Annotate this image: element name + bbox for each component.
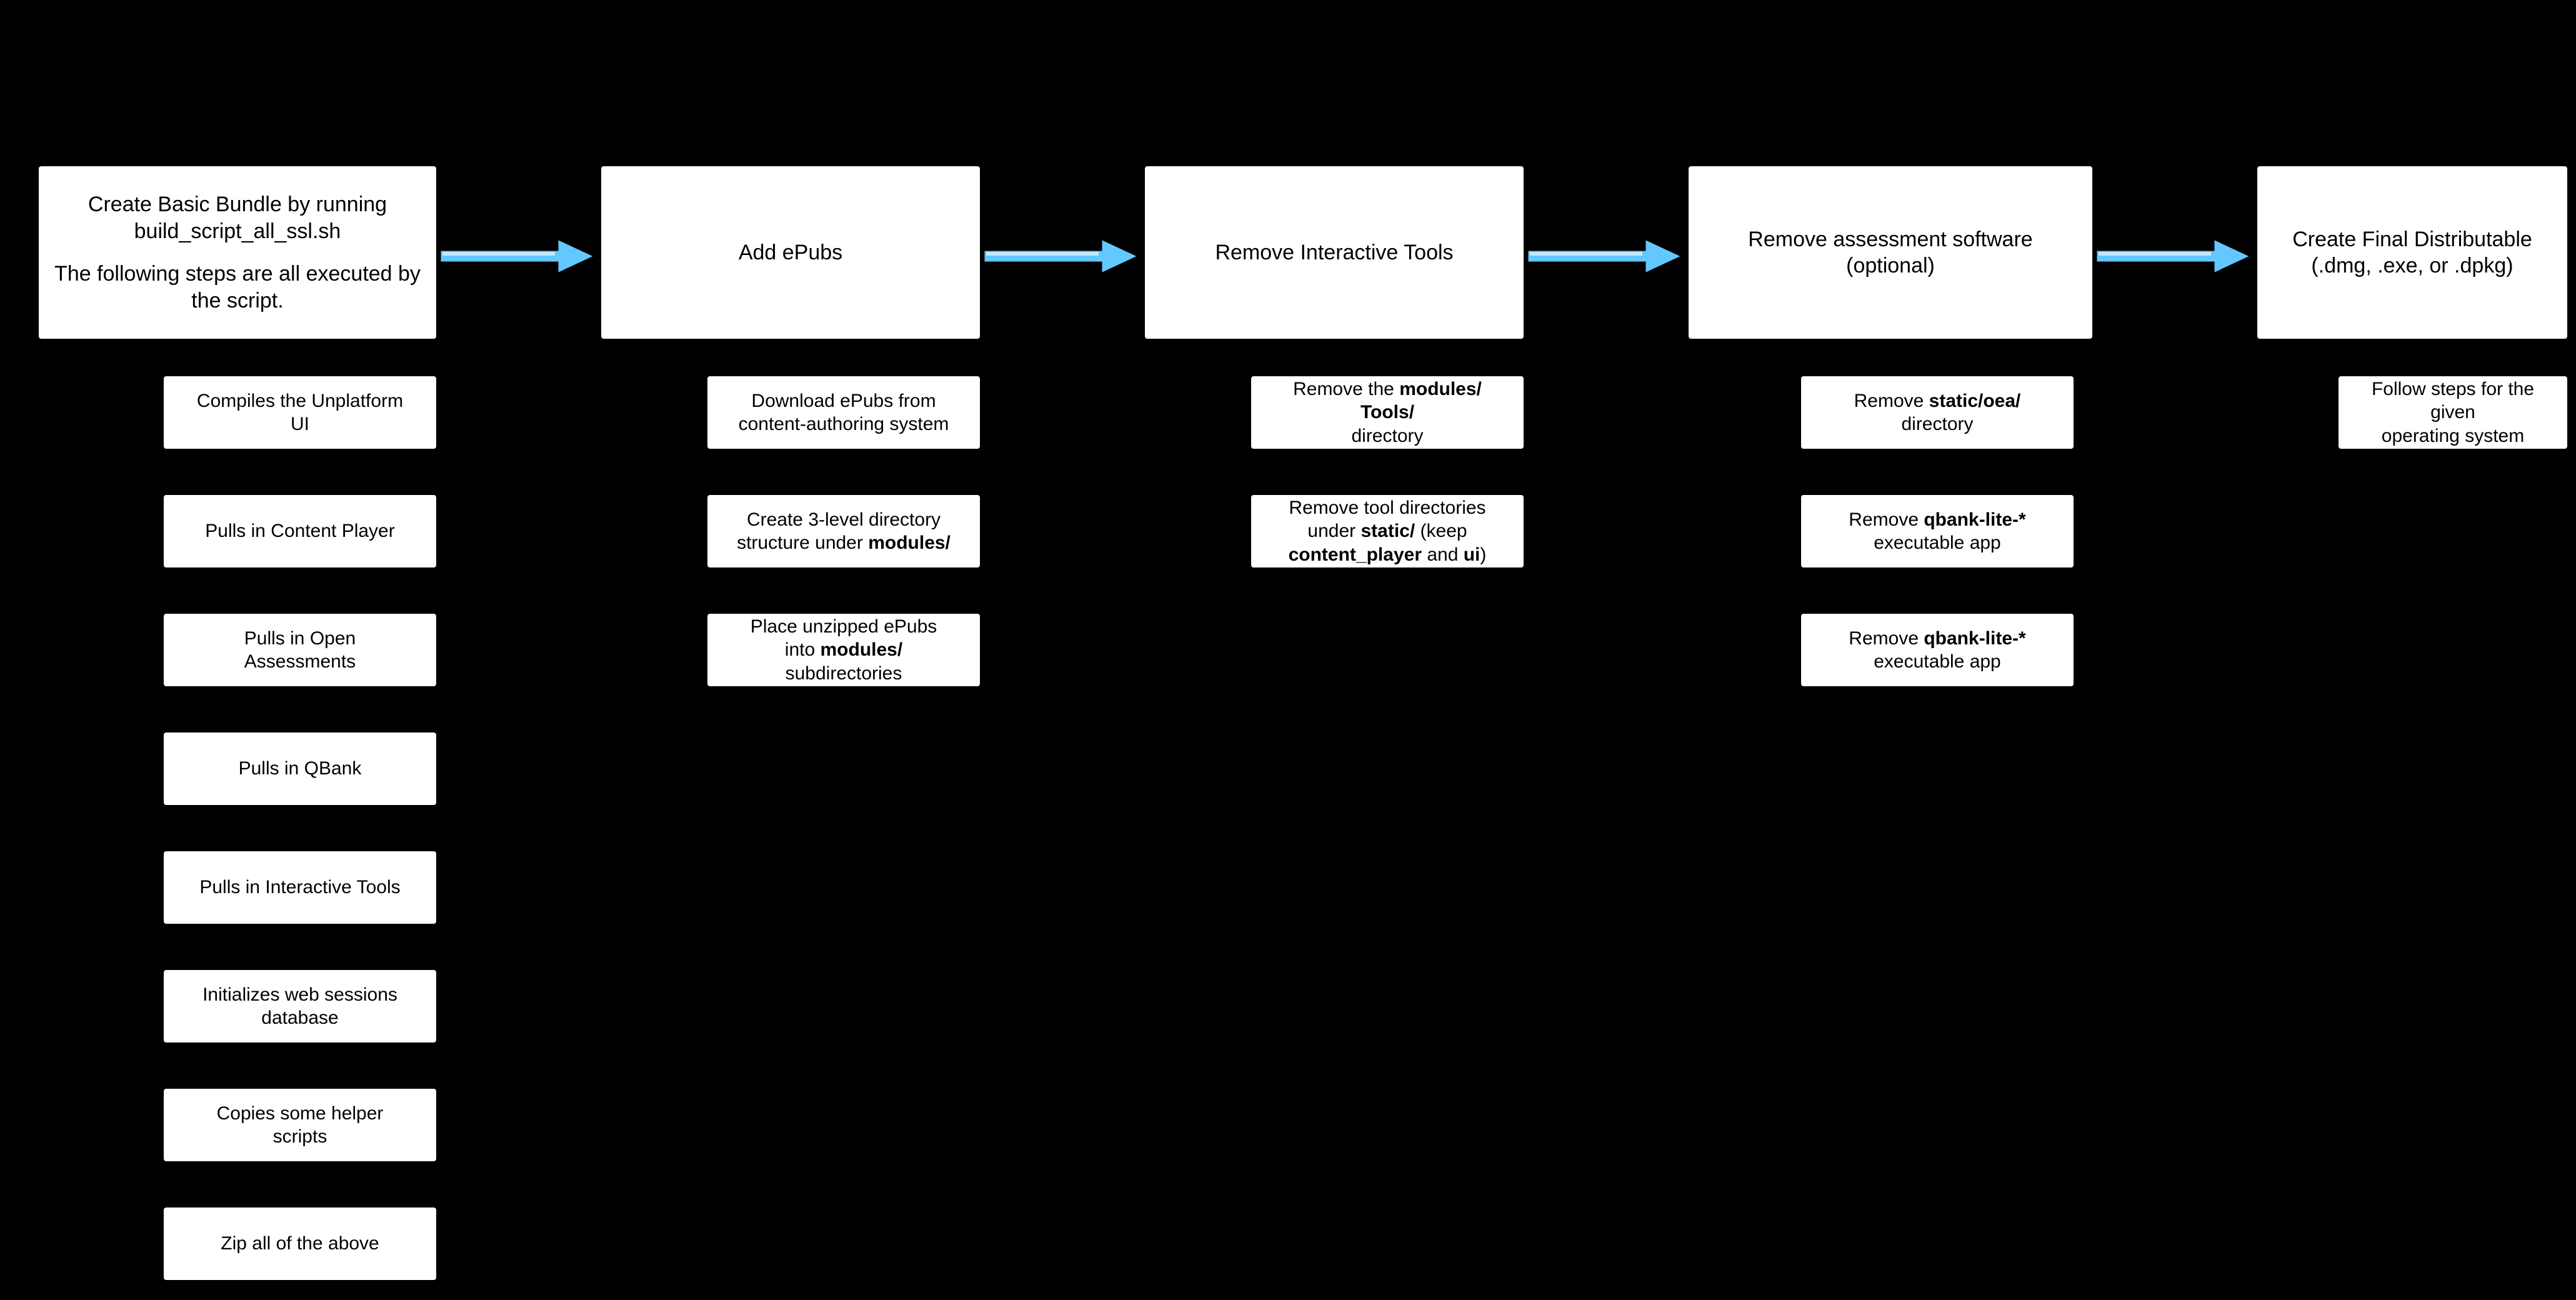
- flowchart-stage: Create Basic Bundle by runningbuild_scri…: [0, 0, 2576, 1300]
- substep-remove-qbank-lite-1: Remove qbank-lite-*executable app: [1800, 494, 2075, 569]
- substep-remove-static-oea: Remove static/oea/directory: [1800, 375, 2075, 450]
- step-remove-interactive-tools: Remove Interactive Tools: [1144, 165, 1525, 340]
- step-add-epubs: Add ePubs: [600, 165, 981, 340]
- substep-place-unzipped-epubs: Place unzipped ePubsinto modules/subdire…: [706, 612, 981, 688]
- arrow-create-basic-bundle-to-add-epubs: [440, 231, 595, 281]
- arrow-add-epubs-to-remove-interactive-tools: [984, 231, 1139, 281]
- substep-zip-all: Zip all of the above: [162, 1206, 437, 1281]
- substep-pulls-content-player: Pulls in Content Player: [162, 494, 437, 569]
- substep-copies-helper-scripts: Copies some helperscripts: [162, 1088, 437, 1162]
- substep-pulls-open-assessments: Pulls in OpenAssessments: [162, 612, 437, 688]
- step-remove-assessment-software: Remove assessment software(optional): [1687, 165, 2094, 340]
- substep-download-epubs: Download ePubs fromcontent-authoring sys…: [706, 375, 981, 450]
- arrow-remove-assessment-software-to-create-final-distributable: [2096, 231, 2251, 281]
- substep-remove-tool-dirs-static: Remove tool directoriesunder static/ (ke…: [1250, 494, 1525, 569]
- step-create-final-distributable: Create Final Distributable(.dmg, .exe, o…: [2256, 165, 2569, 340]
- substep-init-web-sessions: Initializes web sessionsdatabase: [162, 969, 437, 1044]
- substep-create-3level-dir: Create 3-level directorystructure under …: [706, 494, 981, 569]
- substep-pulls-qbank: Pulls in QBank: [162, 731, 437, 806]
- substep-pulls-interactive-tools: Pulls in Interactive Tools: [162, 850, 437, 925]
- arrow-remove-interactive-tools-to-remove-assessment-software: [1527, 231, 1682, 281]
- substep-compiles-unplatform: Compiles the UnplatformUI: [162, 375, 437, 450]
- substep-follow-os-steps: Follow steps for the givenoperating syst…: [2337, 375, 2569, 450]
- step-create-basic-bundle: Create Basic Bundle by runningbuild_scri…: [37, 165, 437, 340]
- substep-remove-qbank-lite-2: Remove qbank-lite-*executable app: [1800, 612, 2075, 688]
- substep-remove-modules-tools: Remove the modules/Tools/ directory: [1250, 375, 1525, 450]
